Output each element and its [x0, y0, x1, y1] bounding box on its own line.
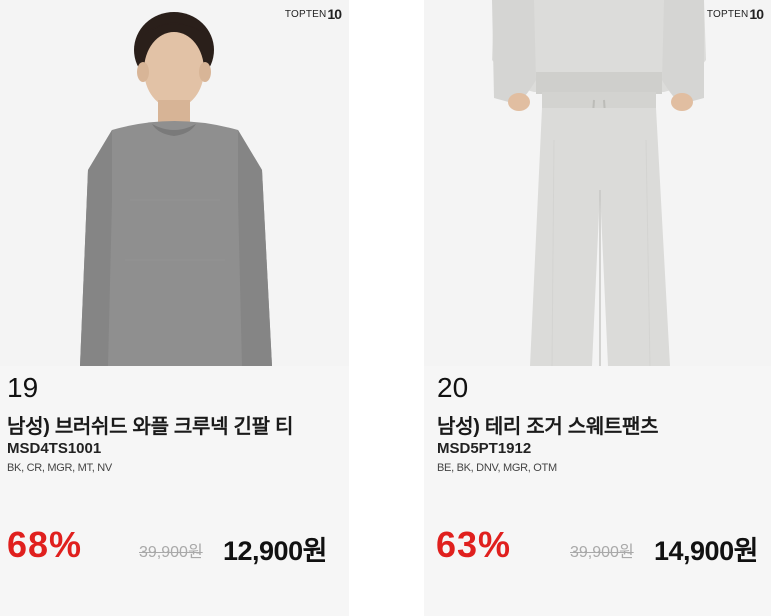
product-image-sweatpants[interactable]: TOPTEN 10 [424, 0, 771, 366]
brand-logo-text: TOPTEN [284, 8, 327, 20]
product-rank: 19 [7, 372, 39, 403]
product-photo-illustration [80, 12, 272, 366]
brand-logo: TOPTEN 10 [284, 6, 342, 22]
grid-gutter [349, 0, 424, 616]
brand-logo-number: 10 [749, 6, 764, 22]
product-colors: BK, CR, MGR, MT, NV [7, 462, 112, 474]
brand-logo-text: TOPTEN [706, 8, 749, 20]
product-rank: 20 [437, 372, 469, 403]
original-price: 39,900원 [139, 544, 203, 561]
sale-price: 12,900원 [223, 536, 327, 566]
product-card-19[interactable]: TOPTEN 10 19 남성) 브러쉬드 와플 크루넥 긴팔 티 MSD4TS1… [0, 0, 349, 616]
product-name[interactable]: 남성) 브러쉬드 와플 크루넥 긴팔 티 [7, 410, 293, 439]
sale-price: 14,900원 [654, 536, 758, 566]
product-name[interactable]: 남성) 테리 조거 스웨트팬츠 [437, 410, 659, 439]
product-image-tee[interactable]: TOPTEN 10 [0, 0, 349, 366]
product-info[interactable]: 19 남성) 브러쉬드 와플 크루넥 긴팔 티 MSD4TS1001 BK, C… [0, 366, 349, 616]
brand-logo-number: 10 [327, 6, 342, 22]
brand-logo: TOPTEN 10 [706, 6, 764, 22]
product-code: MSD5PT1912 [437, 440, 532, 457]
product-photo-illustration [492, 0, 706, 366]
product-code: MSD4TS1001 [7, 440, 102, 457]
discount-rate: 63% [436, 524, 512, 565]
product-card-20[interactable]: TOPTEN 10 20 남성) 테리 조거 스웨트팬츠 MSD5PT1912 B… [424, 0, 771, 616]
discount-rate: 68% [7, 524, 83, 565]
original-price: 39,900원 [570, 544, 634, 561]
product-info[interactable]: 20 남성) 테리 조거 스웨트팬츠 MSD5PT1912 BE, BK, DN… [424, 366, 771, 616]
product-colors: BE, BK, DNV, MGR, OTM [437, 462, 557, 474]
